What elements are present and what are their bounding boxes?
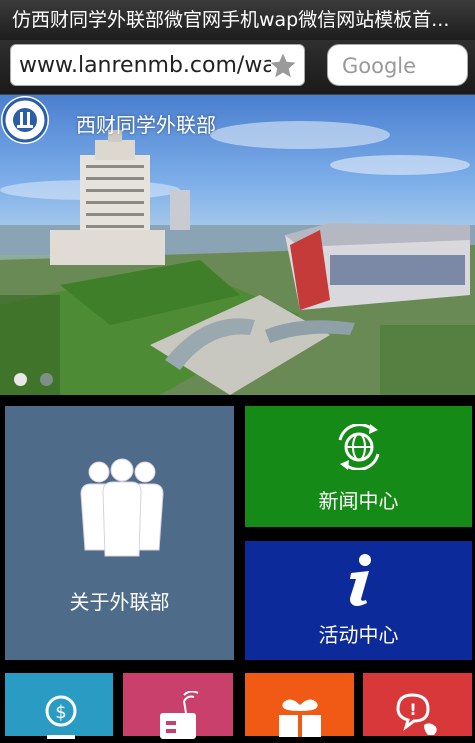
info-icon [350, 554, 371, 606]
banner-carousel[interactable]: 西财同学外联部 [0, 95, 475, 395]
bookmark-star-icon[interactable] [268, 51, 298, 81]
help-phone-icon: ! [396, 693, 437, 735]
people-icon [80, 458, 164, 557]
school-logo-icon [1, 96, 49, 144]
tile-money[interactable]: $ [5, 673, 113, 739]
tile-gift[interactable] [245, 673, 354, 737]
address-bar: www.lanrenmb.com/wap Google [0, 40, 475, 95]
url-text[interactable]: www.lanrenmb.com/wap [19, 45, 271, 85]
tile-about[interactable]: 关于外联部 [5, 406, 234, 660]
page-title: 仿西财同学外联部微官网手机wap微信网站模板首... [12, 9, 450, 31]
globe-refresh-icon [338, 424, 380, 470]
svg-text:!: ! [409, 700, 416, 719]
tile-activity-label: 活动中心 [318, 623, 399, 647]
tile-news[interactable]: 新闻中心 [245, 406, 472, 527]
campus-photo [0, 121, 475, 395]
svg-text:$: $ [55, 702, 66, 723]
gift-icon [279, 699, 321, 737]
radio-icon [160, 691, 199, 739]
tile-news-label: 新闻中心 [318, 489, 399, 513]
carousel-dot[interactable] [40, 373, 53, 386]
tile-activity[interactable]: 活动中心 [245, 541, 472, 660]
tile-help[interactable]: ! [363, 673, 472, 736]
search-input[interactable]: Google [327, 44, 468, 86]
url-input[interactable]: www.lanrenmb.com/wap [10, 44, 305, 86]
banner-title: 西财同学外联部 [76, 113, 216, 137]
browser-title-bar: 仿西财同学外联部微官网手机wap微信网站模板首... [0, 0, 475, 40]
carousel-dot-active[interactable] [14, 373, 27, 386]
tile-about-label: 关于外联部 [69, 590, 170, 614]
carousel-indicators [14, 371, 66, 390]
tile-radio[interactable] [123, 673, 233, 739]
